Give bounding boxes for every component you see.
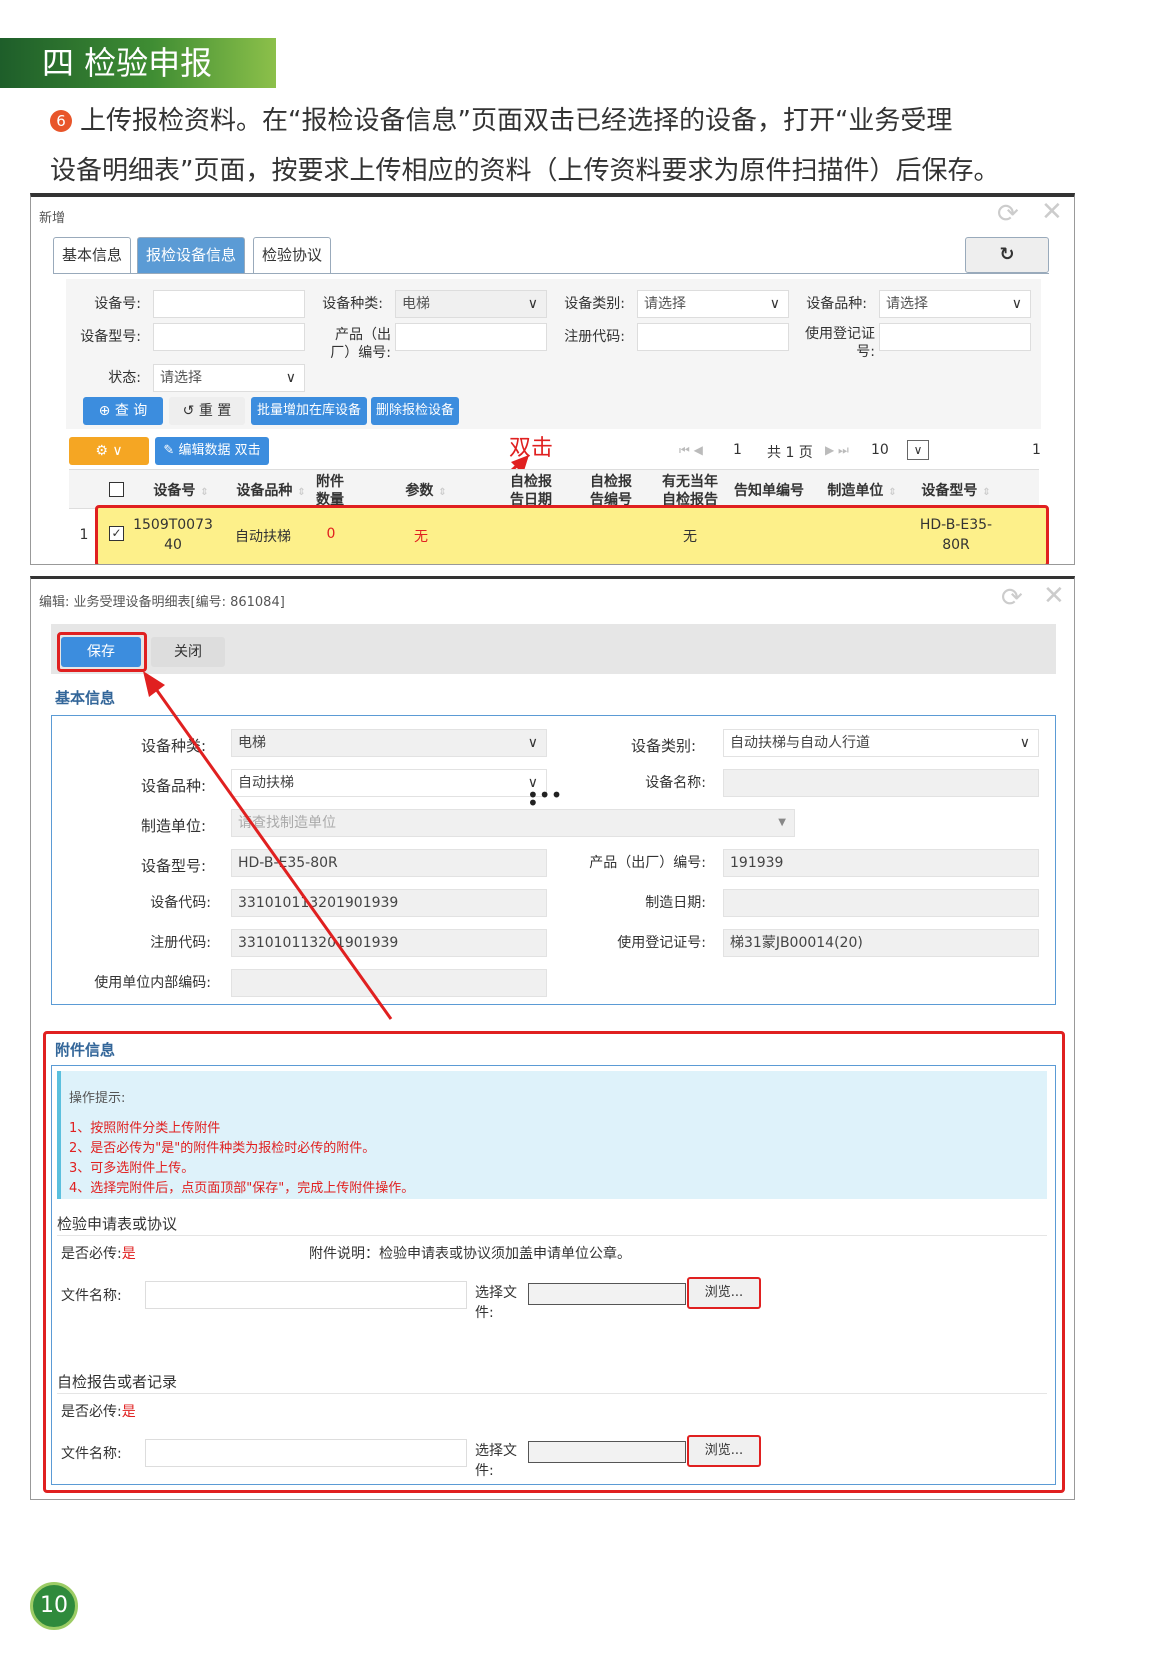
device-no-label: 设备号: bbox=[94, 296, 141, 312]
divider bbox=[57, 1235, 1047, 1236]
page-number-badge: 10 bbox=[30, 1582, 78, 1630]
select-all-checkbox[interactable] bbox=[109, 482, 124, 497]
col-maker[interactable]: 制造单位 ⇕ bbox=[817, 482, 907, 502]
col-model[interactable]: 设备型号 ⇕ bbox=[911, 482, 1001, 502]
group2-title: 自检报告或者记录 bbox=[57, 1373, 178, 1391]
step-number-badge: 6 bbox=[50, 110, 72, 132]
group2-file-path[interactable] bbox=[528, 1441, 686, 1463]
hint-title: 操作提示: bbox=[69, 1091, 126, 1106]
refresh-window-icon[interactable]: ⟳ bbox=[997, 199, 1019, 229]
device-var-label: 设备品种: bbox=[806, 296, 867, 312]
col-notice-no[interactable]: 告知单编号 bbox=[727, 482, 811, 500]
intro-line-2: 设备明细表”页面，按要求上传相应的资料（上传资料要求为原件扫描件）后保存。 bbox=[50, 156, 1000, 186]
refresh-button[interactable]: ↻ bbox=[965, 237, 1049, 273]
device-model-label: 设备型号: bbox=[80, 329, 141, 345]
device-kind-select[interactable]: 电梯 ∨ bbox=[395, 290, 547, 318]
device-var-select[interactable]: 请选择 ∨ bbox=[879, 290, 1031, 318]
group1-file-path[interactable] bbox=[528, 1283, 686, 1305]
page-size: 10 bbox=[871, 442, 889, 458]
hint-4: 4、选择完附件后，点页面顶部"保存"，完成上传附件操作。 bbox=[69, 1181, 415, 1196]
settings-menu-button[interactable]: ⚙ ∨ bbox=[69, 437, 149, 465]
col-device-var[interactable]: 设备品种 ⇕ bbox=[227, 482, 315, 502]
device-no-input[interactable] bbox=[153, 290, 305, 318]
group1-file-label: 文件名称: bbox=[61, 1288, 122, 1304]
sort-icon: ⇕ bbox=[438, 487, 447, 498]
first-prev-page-icon[interactable]: ⏮ ◀ bbox=[679, 443, 703, 458]
edit-window: 编辑: 业务受理设备明细表[编号: 861084] ⟳ ✕ 保存 关闭 基本信息… bbox=[30, 576, 1075, 1500]
col-device-no[interactable]: 设备号 ⇕ bbox=[135, 482, 227, 502]
edit-icon: ✎ bbox=[163, 443, 179, 458]
gear-icon: ⚙ ∨ bbox=[95, 443, 123, 459]
hint-1: 1、按照附件分类上传附件 bbox=[69, 1121, 221, 1136]
undo-icon: ↺ bbox=[182, 403, 199, 419]
product-no-input[interactable] bbox=[395, 323, 547, 351]
next-last-page-icon[interactable]: ▶ ⏭ bbox=[825, 443, 849, 458]
use-reg-label: 使用登记证号: bbox=[805, 326, 875, 360]
chevron-down-icon: ∨ bbox=[285, 370, 296, 386]
chevron-down-icon: ∨ bbox=[527, 296, 538, 312]
use-reg-input[interactable] bbox=[879, 323, 1031, 351]
window-title: 新增 bbox=[39, 211, 66, 226]
intro-line-1: 6 上传报检资料。在“报检设备信息”页面双击已经选择的设备，打开“业务受理 bbox=[50, 100, 1130, 137]
query-button[interactable]: ⊕ 查 询 bbox=[83, 397, 163, 425]
sort-icon: ⇕ bbox=[888, 487, 897, 498]
chevron-down-icon: ∨ bbox=[1011, 296, 1022, 312]
product-no-label: 产品（出厂）编号: bbox=[330, 327, 391, 361]
tab-basic-info[interactable]: 基本信息 bbox=[53, 237, 132, 273]
batch-add-button[interactable]: 批量增加在库设备 bbox=[251, 397, 367, 425]
group2-required: 是否必传:是 bbox=[61, 1404, 136, 1420]
divider bbox=[57, 1393, 1047, 1394]
close-window-icon[interactable]: ✕ bbox=[1041, 197, 1063, 227]
reg-code-label: 注册代码: bbox=[564, 329, 625, 345]
group2-file-label: 文件名称: bbox=[61, 1446, 122, 1462]
col-has-self-report[interactable]: 有无当年 自检报告 bbox=[655, 473, 725, 509]
col-self-date[interactable]: 自检报 告日期 bbox=[501, 473, 561, 509]
col-attach-count[interactable]: 附件 数量 bbox=[311, 473, 349, 509]
reset-button[interactable]: ↺ 重 置 bbox=[169, 397, 245, 425]
group1-desc: 附件说明：检验申请表或协议须加盖申请单位公章。 bbox=[309, 1246, 631, 1262]
page-number: 1 bbox=[733, 442, 742, 458]
tab-divider bbox=[53, 273, 1049, 274]
tab-device-info[interactable]: 报检设备信息 bbox=[137, 237, 246, 273]
device-model-input[interactable] bbox=[153, 323, 305, 351]
reg-code-input[interactable] bbox=[637, 323, 789, 351]
section-title: 四 检验申报 bbox=[0, 38, 276, 88]
sort-icon: ⇕ bbox=[297, 487, 306, 498]
group1-file-name-input[interactable] bbox=[145, 1281, 467, 1309]
page-right-number: 1 bbox=[1032, 442, 1041, 458]
group1-required: 是否必传:是 bbox=[61, 1246, 136, 1262]
sort-icon: ⇕ bbox=[982, 487, 991, 498]
group2-choose-label: 选择文 件: bbox=[475, 1443, 517, 1479]
page-size-dropdown[interactable]: ∨ bbox=[907, 440, 929, 460]
arrow-circle-icon: ⊕ bbox=[98, 403, 115, 419]
hint-3: 3、可多选附件上传。 bbox=[69, 1161, 195, 1176]
status-select[interactable]: 请选择 ∨ bbox=[153, 364, 305, 392]
status-label: 状态: bbox=[108, 370, 141, 386]
device-cat-label: 设备类别: bbox=[564, 296, 625, 312]
group1-choose-label: 选择文 件: bbox=[475, 1285, 517, 1321]
group2-file-name-input[interactable] bbox=[145, 1439, 467, 1467]
sort-icon: ⇕ bbox=[200, 487, 209, 498]
col-self-no[interactable]: 自检报 告编号 bbox=[581, 473, 641, 509]
device-cat-select[interactable]: 请选择 ∨ bbox=[637, 290, 789, 318]
group1-browse-button[interactable]: 浏览... bbox=[687, 1277, 761, 1309]
add-window: 新增 ⟳ ✕ 基本信息 报检设备信息 检验协议 ↻ 设备号: 设备种类: 电梯 ∨… bbox=[30, 193, 1075, 565]
chevron-down-icon: ∨ bbox=[913, 443, 923, 457]
group1-title: 检验申请表或协议 bbox=[57, 1215, 178, 1233]
tab-agreement[interactable]: 检验协议 bbox=[253, 237, 332, 273]
delete-device-button[interactable]: 删除报检设备 bbox=[371, 397, 459, 425]
row-index: 1 bbox=[79, 527, 89, 543]
refresh-icon: ↻ bbox=[999, 244, 1015, 265]
chevron-down-icon: ∨ bbox=[769, 296, 780, 312]
edit-data-button[interactable]: ✎ 编辑数据 双击 bbox=[155, 437, 269, 465]
attachment-heading: 附件信息 bbox=[55, 1041, 116, 1059]
hint-2: 2、是否必传为"是"的附件种类为报检时必传的附件。 bbox=[69, 1141, 376, 1156]
device-kind-label: 设备种类: bbox=[322, 296, 383, 312]
group2-browse-button[interactable]: 浏览... bbox=[687, 1435, 761, 1467]
page-total: 共 1 页 bbox=[767, 445, 813, 461]
col-params[interactable]: 参数 ⇕ bbox=[381, 482, 471, 502]
selected-row-highlight bbox=[95, 505, 1049, 564]
